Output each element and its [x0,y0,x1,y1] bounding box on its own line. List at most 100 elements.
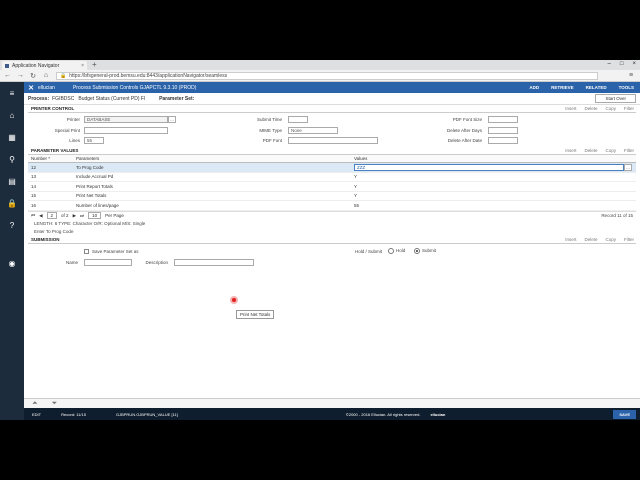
prev-page-icon[interactable]: ◀ [39,213,42,219]
related-button[interactable]: RELATED [586,85,607,90]
printer-control-header: PRINTER CONTROL Insert Delete Copy Filte… [28,105,636,113]
help-icon[interactable]: ? [0,214,24,236]
lock-icon: 🔒 [60,72,67,79]
hold-submit-label: Hold / Submit [354,248,382,254]
screen: Application Navigator × + – □ × ← → ↻ ⌂ … [0,60,640,420]
delete-after-date-field[interactable] [488,137,518,144]
start-over-button[interactable]: Start Over [595,94,636,103]
close-window-icon[interactable]: × [632,61,636,67]
special-print-field[interactable] [84,127,168,134]
close-form-icon[interactable]: ✕ [24,84,38,92]
section-tools: Insert Delete Copy Filter [565,106,636,111]
browser-tab[interactable]: Application Navigator × [2,61,87,70]
home-icon[interactable]: ⌂ [43,72,49,79]
url-field[interactable]: 🔒 https://bfsgeneral-prod.bemsu.edu:8443… [56,71,598,80]
table-row[interactable]: 16 Number of lines/page 55 [28,201,636,211]
close-tab-icon[interactable]: × [81,63,84,69]
expand-icon[interactable]: ⏷ [52,400,58,408]
search-icon[interactable]: ⚲ [0,148,24,170]
pdf-font-size-field[interactable] [488,116,518,123]
value-lookup-icon[interactable]: … [624,163,632,171]
page-of: of 2 [61,213,69,218]
next-page-icon[interactable]: ▶ [73,213,76,219]
description-field[interactable] [174,258,254,266]
delete-after-days-field[interactable] [488,127,518,134]
submit-radio[interactable] [414,247,420,254]
row-number: 16 [31,202,37,208]
field-status: GJBPRUN.GJBPRUN_VALUE [11] [115,411,178,417]
tools-button[interactable]: TOOLS [619,85,634,90]
special-print-label: Special Print [54,128,80,133]
maximize-icon[interactable]: □ [620,61,624,67]
section-title: SUBMISSION [31,236,60,242]
banner-app: ≡ ⌂ ▦ ⚲ ▤ 🔒 ? ◉ ✕ ellucian Process Submi… [0,82,640,420]
field-info-line2: Enter To Prog Code [34,228,74,234]
printer-label: Printer [66,117,80,122]
table-row[interactable]: 14 Print Report Totals Y [28,182,636,192]
name-field[interactable] [84,258,132,266]
printer-field[interactable]: DATABASE [84,116,168,123]
save-param-checkbox[interactable] [84,248,89,254]
parameter-values-header: PARAMETER VALUES Insert Delete Copy Filt… [28,147,636,155]
insert-button[interactable]: Insert [565,237,576,242]
printer-form: Printer DATABASE … Special Print Lines 5… [28,113,636,147]
dashboard-icon[interactable]: ▦ [0,126,24,148]
delete-button[interactable]: Delete [584,237,597,242]
collapse-icon[interactable]: ⏶ [32,400,38,408]
copy-button[interactable]: Copy [605,237,616,242]
lock-nav-icon[interactable]: 🔒 [0,192,24,214]
last-page-icon[interactable]: ⏭ [80,213,84,218]
table-row[interactable]: 12 To Prog Code ZZZ… [28,163,636,173]
col-parameters[interactable]: Parameters [76,156,354,161]
filter-button[interactable]: Filter [624,148,634,153]
url-text: https://bfsgeneral-prod.bemsu.edu:8443/a… [69,72,228,79]
mime-type-label: MIME Type [259,128,282,133]
home-nav-icon[interactable]: ⌂ [0,104,24,126]
row-value: 55 [354,202,360,208]
mime-type-field[interactable]: None [288,127,338,134]
section-title: PRINTER CONTROL [31,106,75,111]
submission-section: SUBMISSION Insert Delete Copy Filter Sav… [28,236,636,270]
minimize-icon[interactable]: – [608,61,611,67]
pager: ⏮ ◀ 2 of 2 ▶ ⏭ 10 Per Page Record 11 of … [28,210,636,220]
section-title: PARAMETER VALUES [31,148,79,153]
submit-time-field[interactable] [288,116,308,123]
delete-button[interactable]: Delete [584,148,597,153]
menu-icon[interactable]: ≡ [0,82,24,104]
insert-button[interactable]: Insert [565,106,576,111]
per-page-label: Per Page [105,213,124,218]
copy-button[interactable]: Copy [605,106,616,111]
reload-icon[interactable]: ↻ [30,72,36,80]
new-tab-icon[interactable]: + [92,60,97,69]
table-row[interactable]: 15 Print Net Totals Y [28,192,636,201]
hold-radio[interactable] [388,247,394,254]
forward-icon[interactable]: → [17,72,24,79]
insert-button[interactable]: Insert [565,148,576,153]
table-row[interactable]: 13 Include Accrual Pd Y [28,173,636,182]
add-button[interactable]: ADD [529,85,539,90]
browser-menu-icon[interactable]: ≡ [629,72,637,79]
filter-button[interactable]: Filter [624,106,634,111]
col-number[interactable]: Number * [28,156,76,161]
user-icon[interactable]: ◉ [0,252,24,274]
copy-button[interactable]: Copy [605,148,616,153]
printer-lookup-icon[interactable]: … [168,116,176,123]
back-icon[interactable]: ← [4,72,11,79]
save-button[interactable]: SAVE [613,409,636,419]
first-page-icon[interactable]: ⏮ [31,213,35,218]
folder-icon[interactable]: ▤ [0,170,24,192]
col-values[interactable]: Values [354,156,636,161]
delete-button[interactable]: Delete [584,106,597,111]
address-bar: ← → ↻ ⌂ 🔒 https://bfsgeneral-prod.bemsu.… [0,70,640,82]
retrieve-button[interactable]: RETRIEVE [551,85,574,90]
page-input[interactable]: 2 [46,212,58,219]
copyright: ©2000 - 2016 Ellucian. All rights reserv… [345,411,421,417]
value-input[interactable]: ZZZ [354,163,624,171]
pdf-font-field[interactable] [288,137,378,144]
filter-button[interactable]: Filter [624,237,634,242]
section-tools: Insert Delete Copy Filter [565,237,636,242]
per-page-select[interactable]: 10 [88,212,102,219]
section-tools: Insert Delete Copy Filter [565,148,636,153]
lines-field[interactable]: 55 [84,137,104,144]
row-parameter: Print Report Totals [76,183,113,189]
